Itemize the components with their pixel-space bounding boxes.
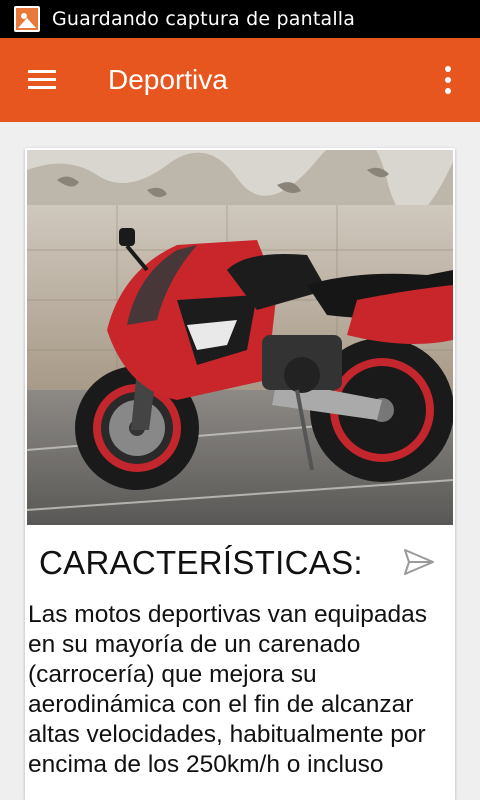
motorcycle-photo (27, 150, 453, 525)
page-title: Deportiva (108, 64, 228, 95)
image-icon (14, 6, 40, 32)
status-message: Guardando captura de pantalla (52, 8, 356, 30)
hamburger-menu-icon[interactable] (0, 38, 84, 122)
card-title: CARACTERÍSTICAS: (39, 544, 363, 581)
status-bar: Guardando captura de pantalla (0, 0, 480, 38)
send-icon[interactable] (399, 542, 439, 582)
more-vert-icon[interactable] (424, 38, 472, 122)
content-card: CARACTERÍSTICAS: Las motos deportivas va… (25, 148, 455, 800)
card-description: Las motos deportivas van equipadas en su… (28, 601, 428, 778)
app-bar: Deportiva (0, 38, 480, 122)
card-header: CARACTERÍSTICAS: (25, 538, 455, 598)
